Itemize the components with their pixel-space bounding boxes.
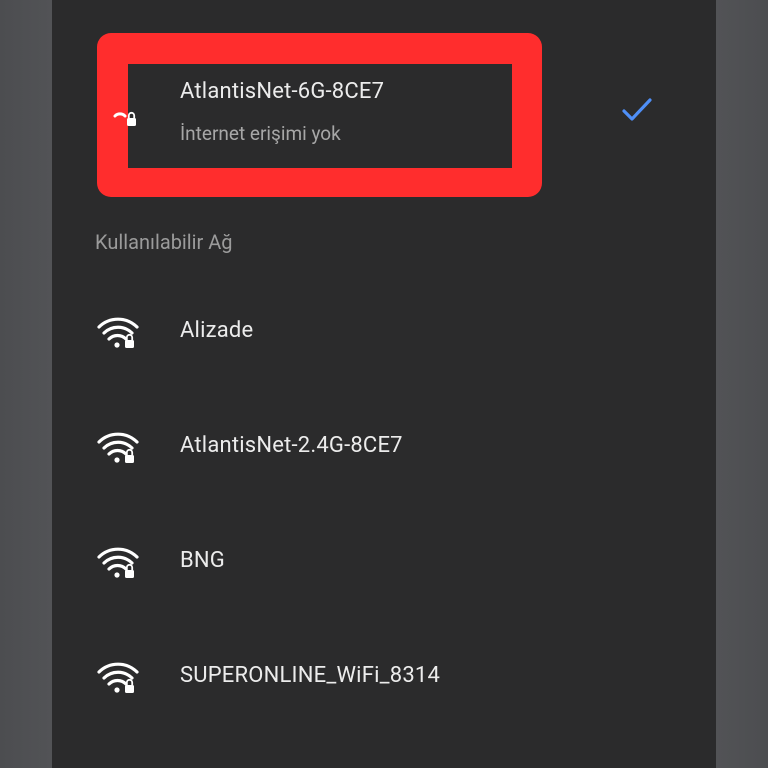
- network-list-item[interactable]: [52, 505, 716, 620]
- network-name: Alizade: [180, 318, 254, 343]
- available-networks-header: Kullanılabilir Ağ: [95, 230, 233, 254]
- wifi-lock-icon: [96, 431, 140, 465]
- network-name: AtlantisNet-2.4G-8CE7: [180, 433, 403, 458]
- connected-network-status: İnternet erişimi yok: [180, 122, 341, 145]
- network-name: BNG: [180, 548, 225, 573]
- wifi-lock-icon: [96, 546, 140, 580]
- network-name: SUPERONLINE_WiFi_8314: [180, 663, 441, 688]
- wifi-lock-icon: [96, 316, 140, 350]
- wifi-lock-icon: [98, 96, 142, 130]
- network-list-item[interactable]: [52, 275, 716, 390]
- checkmark-icon: [620, 95, 654, 125]
- wifi-lock-icon: [96, 661, 140, 695]
- connected-network-name: AtlantisNet-6G-8CE7: [180, 79, 385, 104]
